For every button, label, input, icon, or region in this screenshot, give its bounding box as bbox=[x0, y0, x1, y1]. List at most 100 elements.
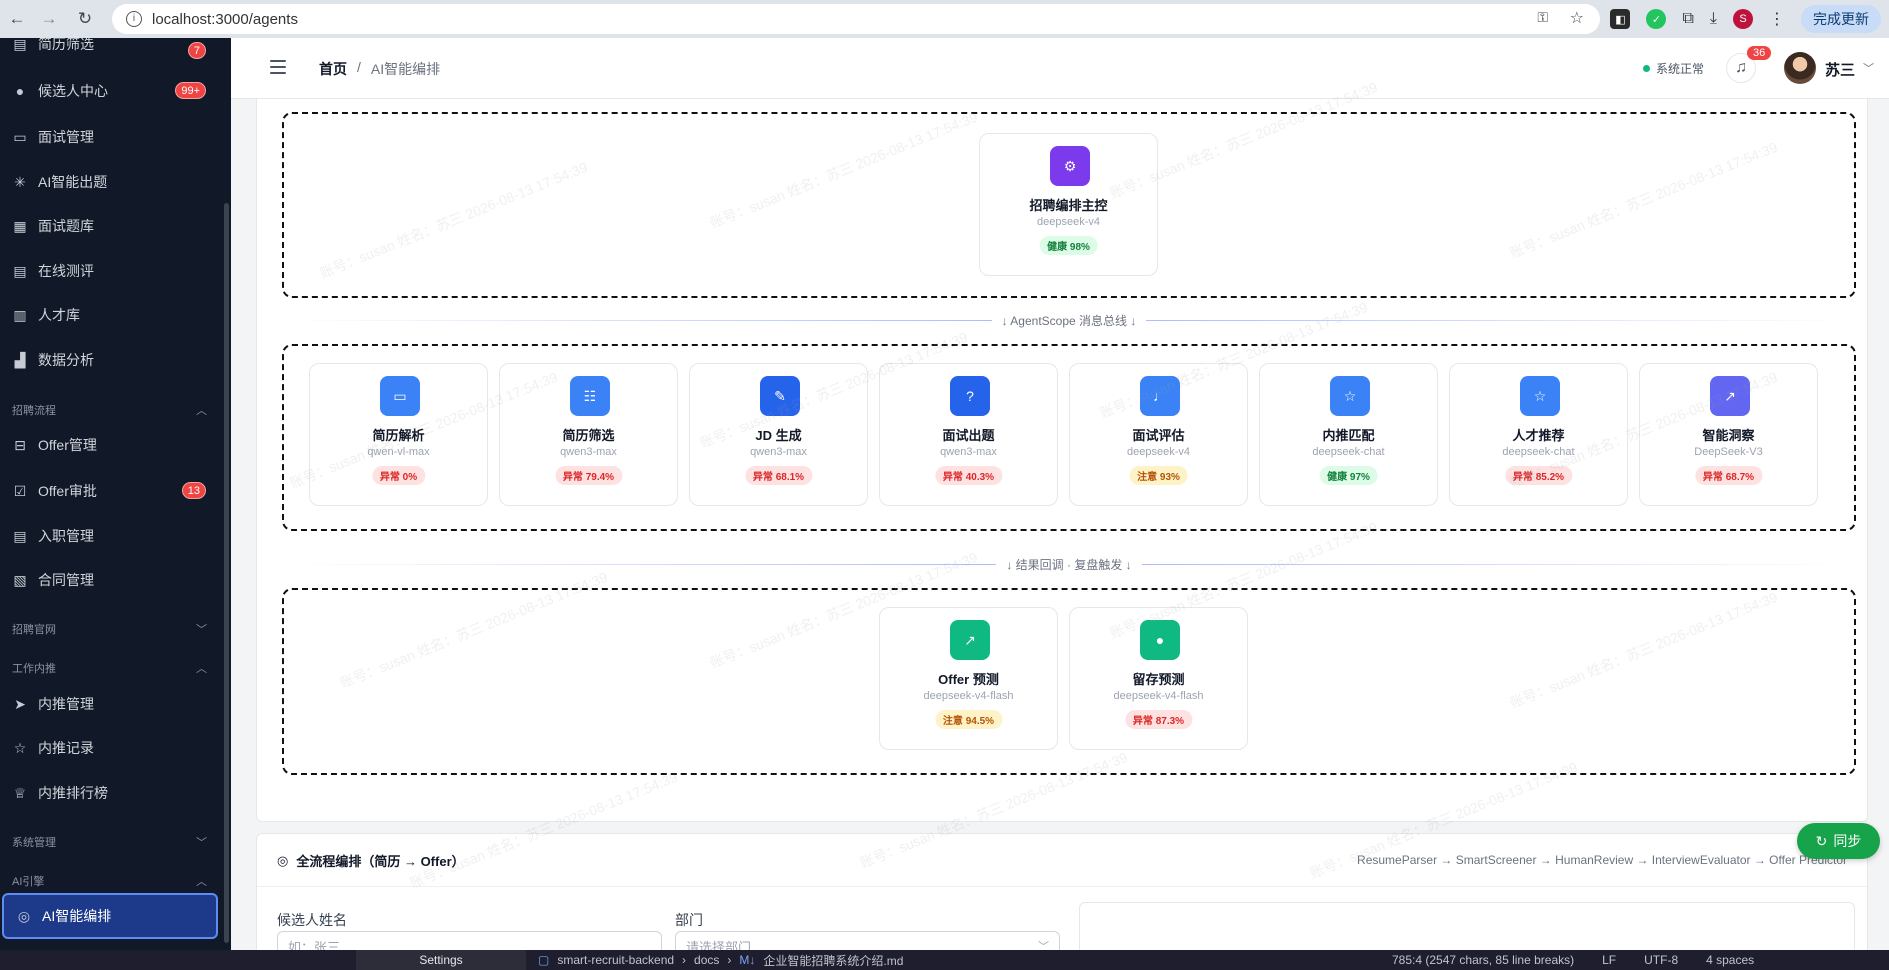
profile-avatar[interactable]: S bbox=[1733, 9, 1753, 29]
sidebar-group-careers[interactable]: 招聘官网 ﹀ bbox=[12, 621, 207, 637]
agent-model: deepseek-chat bbox=[1312, 446, 1385, 458]
sidebar-item-ai-questions[interactable]: ✳ AI智能出题 bbox=[0, 162, 220, 202]
encoding[interactable]: UTF-8 bbox=[1644, 953, 1678, 967]
editor-path: ▢ smart-recruit-backend › docs › M↓ 企业智能… bbox=[538, 950, 903, 970]
sidebar-item-contracts[interactable]: ▧ 合同管理 bbox=[0, 560, 220, 600]
sidebar-item-offer-approval[interactable]: ☑ Offer审批 13 bbox=[0, 471, 220, 511]
sidebar-item-candidates[interactable]: ● 候选人中心 99+ bbox=[0, 71, 220, 111]
chevron-up-icon: ︿ bbox=[196, 663, 207, 675]
sidebar-item-label: 内推管理 bbox=[38, 696, 94, 712]
agent-card-master[interactable]: ⚙ 招聘编排主控 deepseek-v4 健康 98% bbox=[979, 133, 1158, 276]
sidebar-item-referral-ranking[interactable]: ♕ 内推排行榜 bbox=[0, 773, 220, 813]
agent-title: 简历解析 bbox=[372, 428, 425, 443]
layers-icon: ◎ bbox=[17, 907, 31, 924]
agent-card-agents-0[interactable]: ▭ 简历解析 qwen-vl-max 异常 0% bbox=[309, 363, 488, 506]
status-text: 系统正常 bbox=[1656, 62, 1705, 76]
sidebar-group-label: 系统管理 bbox=[12, 837, 56, 849]
sidebar-item-talent-pool[interactable]: ▥ 人才库 bbox=[0, 295, 220, 335]
sidebar-item-label: 内推记录 bbox=[38, 740, 94, 756]
bookmark-star-icon[interactable]: ☆ bbox=[1570, 8, 1584, 28]
question-icon: ? bbox=[950, 376, 990, 416]
sidebar-item-online-test[interactable]: ▤ 在线测评 bbox=[0, 251, 220, 291]
status-badge: 异常 79.4% bbox=[554, 466, 623, 485]
agent-card-agents-3[interactable]: ? 面试出题 qwen3-max 异常 40.3% bbox=[879, 363, 1058, 506]
agent-title: 招聘编排主控 bbox=[1029, 198, 1108, 213]
agent-title: Offer 预测 bbox=[938, 672, 999, 687]
agent-model: qwen-vl-max bbox=[367, 446, 430, 458]
back-icon[interactable]: ← bbox=[2, 9, 32, 29]
sidebar-item-ai-orchestration[interactable]: ◎ AI智能编排 bbox=[2, 893, 218, 939]
refresh-icon: ↻ bbox=[1815, 832, 1828, 849]
sidebar-item-analytics[interactable]: ▟ 数据分析 bbox=[0, 340, 220, 380]
agent-card-agents-1[interactable]: ☷ 简历筛选 qwen3-max 异常 79.4% bbox=[499, 363, 678, 506]
sidebar-item-label: 数据分析 bbox=[38, 352, 94, 368]
path-segment[interactable]: docs bbox=[694, 953, 719, 967]
extension-icon[interactable]: ◧ bbox=[1610, 9, 1631, 29]
agent-card-predictors-1[interactable]: ● 留存预测 deepseek-v4-flash 异常 87.3% bbox=[1069, 607, 1248, 750]
agent-title: 留存预测 bbox=[1132, 672, 1185, 687]
file-name[interactable]: 企业智能招聘系统介绍.md bbox=[763, 952, 903, 969]
reload-icon[interactable]: ↻ bbox=[70, 9, 100, 29]
sidebar-item-onboarding[interactable]: ▤ 入职管理 bbox=[0, 516, 220, 556]
site-info-icon[interactable]: i bbox=[126, 11, 142, 27]
cursor-stats[interactable]: 785:4 (2547 chars, 85 line breaks) bbox=[1392, 953, 1574, 967]
breadcrumb-separator: / bbox=[357, 59, 361, 75]
pipeline-flow: ResumeParser → SmartScreener → HumanRevi… bbox=[1357, 853, 1847, 867]
agent-card-agents-4[interactable]: ♩ 面试评估 deepseek-v4 注意 93% bbox=[1069, 363, 1248, 506]
agent-card-predictors-0[interactable]: ↗ Offer 预测 deepseek-v4-flash 注意 94.5% bbox=[879, 607, 1058, 750]
status-badge: 注意 93% bbox=[1129, 466, 1188, 485]
agent-card-agents-7[interactable]: ↗ 智能洞察 DeepSeek-V3 异常 68.7% bbox=[1639, 363, 1818, 506]
agent-card-agents-5[interactable]: ☆ 内推匹配 deepseek-chat 健康 97% bbox=[1259, 363, 1438, 506]
user-name[interactable]: 苏三 bbox=[1825, 59, 1855, 80]
sidebar-item-offer[interactable]: ⊟ Offer管理 bbox=[0, 425, 220, 465]
sidebar-item-resume-screen[interactable]: ▤ 简历筛选 7 bbox=[0, 38, 220, 64]
agent-model: qwen3-max bbox=[560, 446, 617, 458]
update-button[interactable]: 完成更新 bbox=[1801, 5, 1881, 33]
menu-toggle-icon[interactable] bbox=[270, 60, 286, 74]
sidebar-item-label: 内推排行榜 bbox=[38, 785, 108, 801]
sidebar-item-label: 面试题库 bbox=[38, 218, 94, 234]
department-select[interactable]: 请选择部门 ﹀ bbox=[675, 931, 1060, 950]
key-icon[interactable]: ⚿ bbox=[1537, 9, 1548, 26]
kebab-menu-icon[interactable]: ⋮ bbox=[1769, 9, 1785, 29]
download-icon[interactable]: ⤓ bbox=[1710, 10, 1717, 28]
extension-check-icon[interactable]: ✓ bbox=[1646, 9, 1667, 29]
sidebar-item-referral-records[interactable]: ☆ 内推记录 bbox=[0, 728, 220, 768]
status-badge: 异常 87.3% bbox=[1124, 710, 1193, 729]
indentation[interactable]: 4 spaces bbox=[1706, 953, 1754, 967]
line-ending[interactable]: LF bbox=[1602, 953, 1616, 967]
breadcrumb-home[interactable]: 首页 bbox=[319, 59, 347, 79]
sidebar-group-ai-engine[interactable]: AI引擎 ︿ bbox=[12, 873, 207, 889]
offer-icon: ⊟ bbox=[14, 436, 26, 453]
settings-tab[interactable]: Settings bbox=[356, 950, 526, 970]
chevron-down-icon[interactable]: ﹀ bbox=[1863, 60, 1874, 76]
sidebar-scrollbar[interactable] bbox=[224, 203, 229, 943]
status-dot-icon bbox=[1643, 65, 1650, 72]
sidebar-group-referral[interactable]: 工作内推 ︿ bbox=[12, 660, 207, 676]
chevron-right-icon: › bbox=[682, 953, 687, 967]
address-bar[interactable]: i localhost:3000/agents ⚿ ☆ bbox=[112, 4, 1600, 34]
pen-icon: ✎ bbox=[760, 376, 800, 416]
candidate-label: 候选人姓名 bbox=[277, 912, 347, 928]
top-header: 首页 / AI智能编排 系统正常 ♫ 36 苏三 ﹀ bbox=[231, 38, 1889, 99]
sidebar-item-interviews[interactable]: ▭ 面试管理 bbox=[0, 117, 220, 157]
department-label: 部门 bbox=[675, 912, 703, 928]
candidate-name-input[interactable]: 如：张三 bbox=[277, 931, 662, 950]
agent-card-agents-6[interactable]: ☆ 人才推荐 deepseek-chat 异常 85.2% bbox=[1449, 363, 1628, 506]
chevron-down-icon: ﹀ bbox=[1038, 941, 1049, 950]
sidebar-item-question-bank[interactable]: ▦ 面试题库 bbox=[0, 206, 220, 246]
puzzle-icon[interactable]: ⧉ bbox=[1682, 10, 1693, 28]
agent-card-agents-2[interactable]: ✎ JD 生成 qwen3-max 异常 68.1% bbox=[689, 363, 868, 506]
sidebar: ▤ 简历筛选 7 ● 候选人中心 99+ ▭ 面试管理 ✳ AI智能出题 ▦ 面… bbox=[0, 38, 231, 950]
avatar[interactable] bbox=[1784, 52, 1816, 84]
divider bbox=[257, 886, 1867, 887]
sidebar-group-recruit-flow[interactable]: 招聘流程 ︿ bbox=[12, 402, 207, 418]
sidebar-item-label: 简历筛选 bbox=[38, 38, 94, 52]
forward-icon[interactable]: → bbox=[34, 9, 64, 29]
project-name[interactable]: smart-recruit-backend bbox=[557, 953, 674, 967]
sync-button[interactable]: ↻ 同步 bbox=[1797, 823, 1880, 859]
sidebar-item-referral-mgmt[interactable]: ➤ 内推管理 bbox=[0, 684, 220, 724]
sidebar-item-label: 面试管理 bbox=[38, 129, 94, 145]
sidebar-group-system[interactable]: 系统管理 ﹀ bbox=[12, 834, 207, 850]
user-icon: ● bbox=[1140, 620, 1180, 660]
